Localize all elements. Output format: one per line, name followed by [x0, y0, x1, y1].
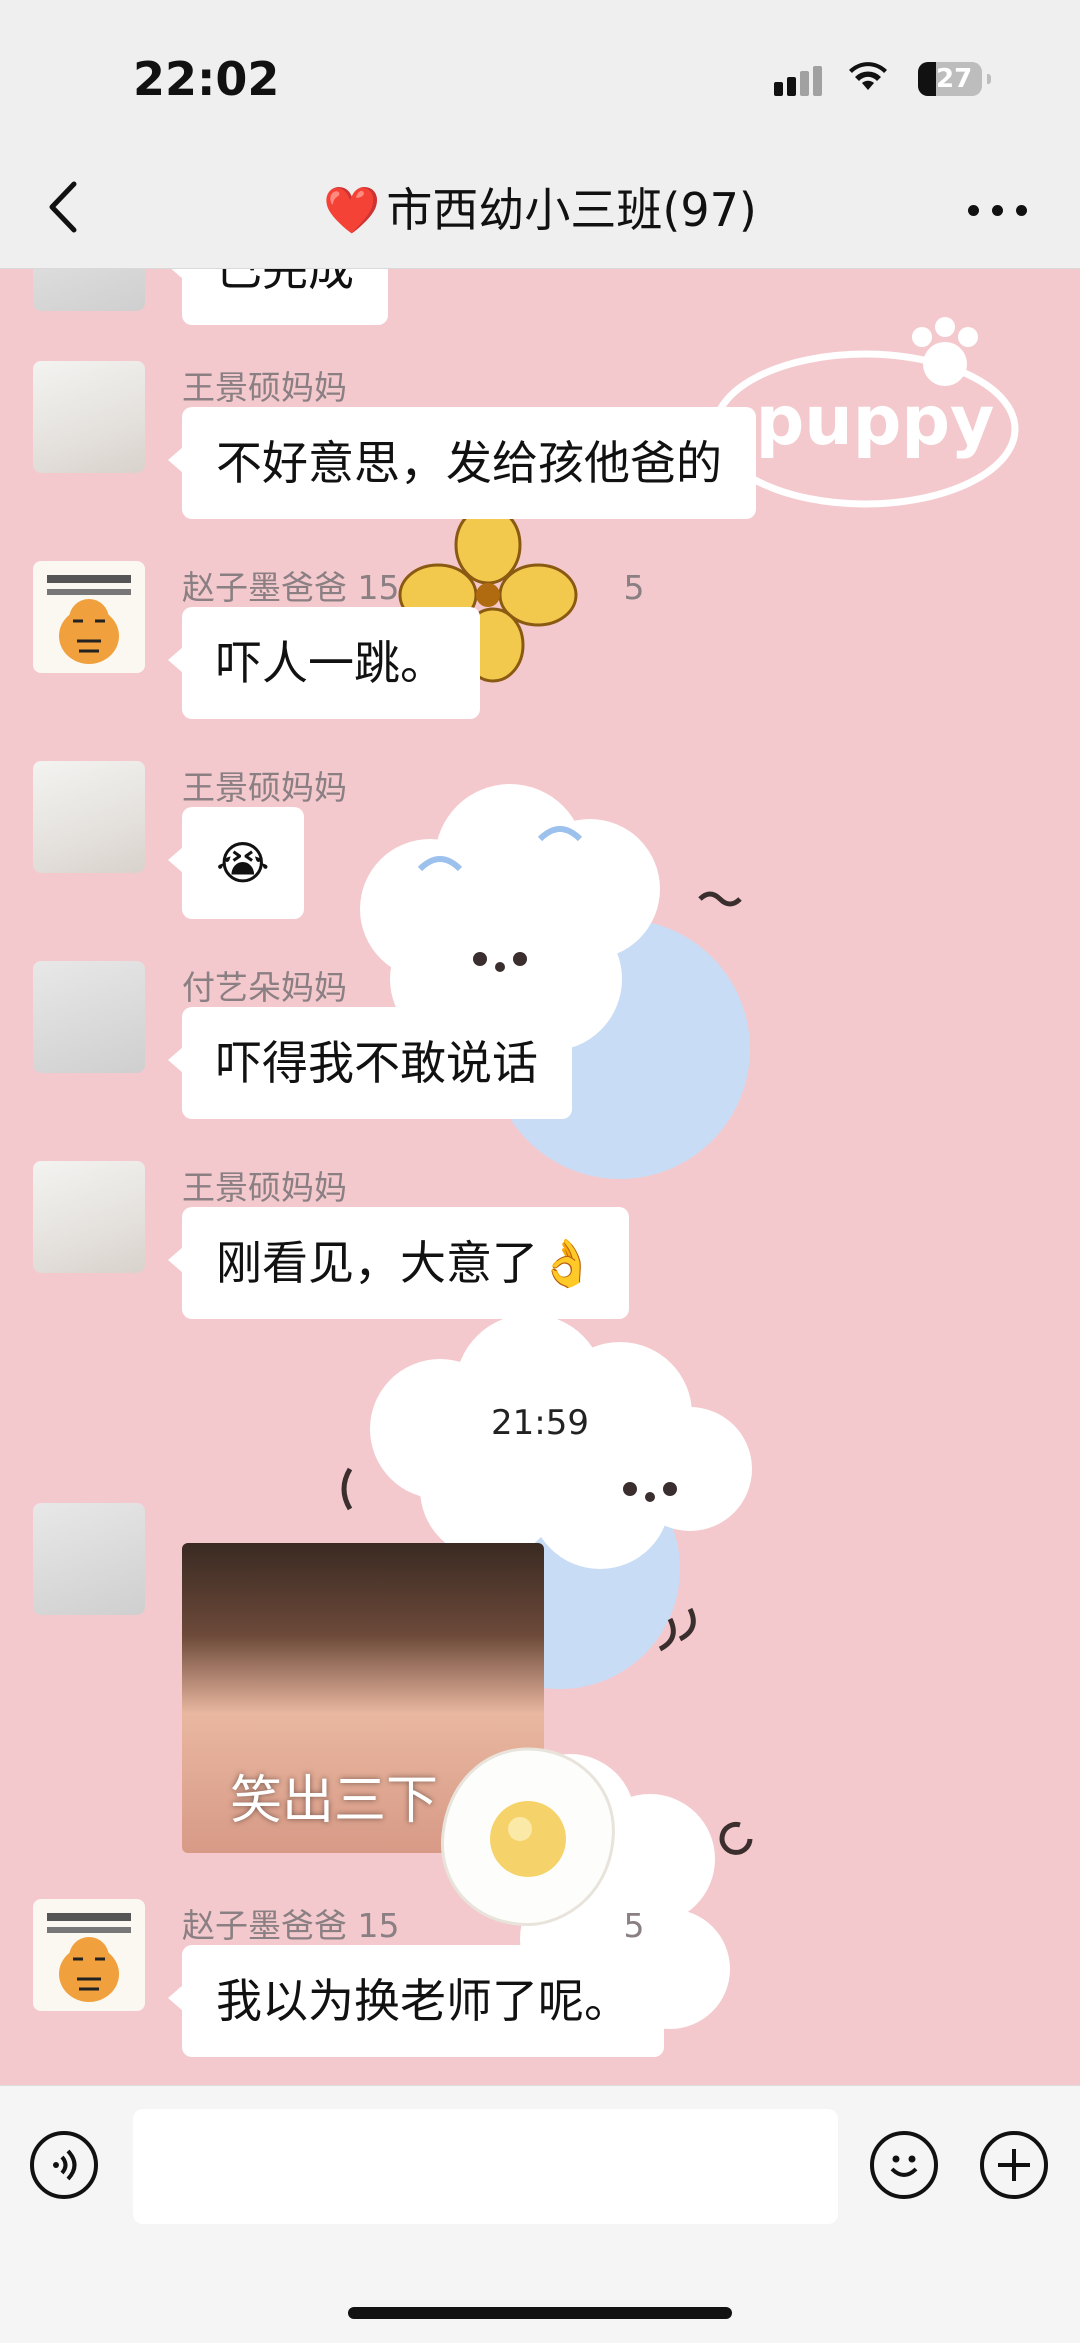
tiger-icon [47, 1913, 131, 2002]
avatar[interactable] [33, 561, 145, 673]
heart-emoji: ❤️ [323, 183, 381, 237]
message-bubble[interactable]: 😭 [168, 807, 304, 919]
image-caption: 笑出三下 [230, 1771, 439, 1831]
input-bar [0, 2085, 1080, 2343]
message-bubble[interactable]: 刚看见，大意了👌 [167, 1207, 630, 1319]
avatar[interactable] [33, 1161, 145, 1273]
avatar[interactable] [33, 361, 145, 473]
battery-icon: 27 [918, 62, 991, 96]
message-input[interactable] [133, 2109, 838, 2224]
message-bubble[interactable]: 吓得我不敢说话 [168, 1007, 572, 1119]
sender-name: 付艺朵妈妈 [182, 968, 347, 1007]
chat-message-list[interactable]: puppy 已完成 王景硕妈妈 不好意思，发给孩他爸的 赵子墨爸爸 15 5 吓… [0, 269, 1080, 2085]
sender-name: 王景硕妈妈 [182, 368, 347, 407]
avatar[interactable] [33, 1899, 145, 2011]
avatar[interactable] [33, 269, 145, 311]
chat-header: ❤️ 市西幼小三班(97) [0, 150, 1080, 269]
chat-title: ❤️ 市西幼小三班(97) [0, 174, 1080, 240]
battery-level: 27 [936, 64, 973, 94]
sender-name: 王景硕妈妈 [182, 1168, 347, 1207]
home-indicator[interactable] [348, 2307, 732, 2319]
more-options-icon[interactable] [968, 205, 1028, 217]
avatar[interactable] [33, 961, 145, 1073]
group-name: 市西幼小三班(97) [386, 183, 757, 237]
puppy-text: puppy [756, 382, 995, 461]
voice-icon[interactable] [30, 2131, 98, 2199]
message-timestamp: 21:59 [491, 1403, 589, 1443]
sender-name: 赵子墨爸爸 15 5 [182, 1906, 645, 1945]
status-bar: 22:02 27 [0, 0, 1080, 150]
emoji-icon[interactable] [870, 2131, 938, 2199]
message-bubble[interactable]: 已完成 [168, 269, 388, 325]
avatar[interactable] [33, 1503, 145, 1615]
avatar[interactable] [33, 761, 145, 873]
plus-icon[interactable] [980, 2131, 1048, 2199]
fluffy-dog-sticker-top [360, 784, 750, 1179]
tiger-icon [47, 575, 131, 664]
sender-name: 赵子墨爸爸 15 5 [182, 568, 645, 607]
message-bubble[interactable]: 不好意思，发给孩他爸的 [168, 407, 756, 519]
sender-name: 王景硕妈妈 [182, 768, 347, 807]
status-time: 22:02 [133, 52, 280, 106]
message-bubble[interactable]: 吓人一跳。 [168, 607, 480, 719]
wifi-icon [849, 62, 887, 90]
message-bubble[interactable]: 我以为换老师了呢。 [168, 1945, 664, 2057]
